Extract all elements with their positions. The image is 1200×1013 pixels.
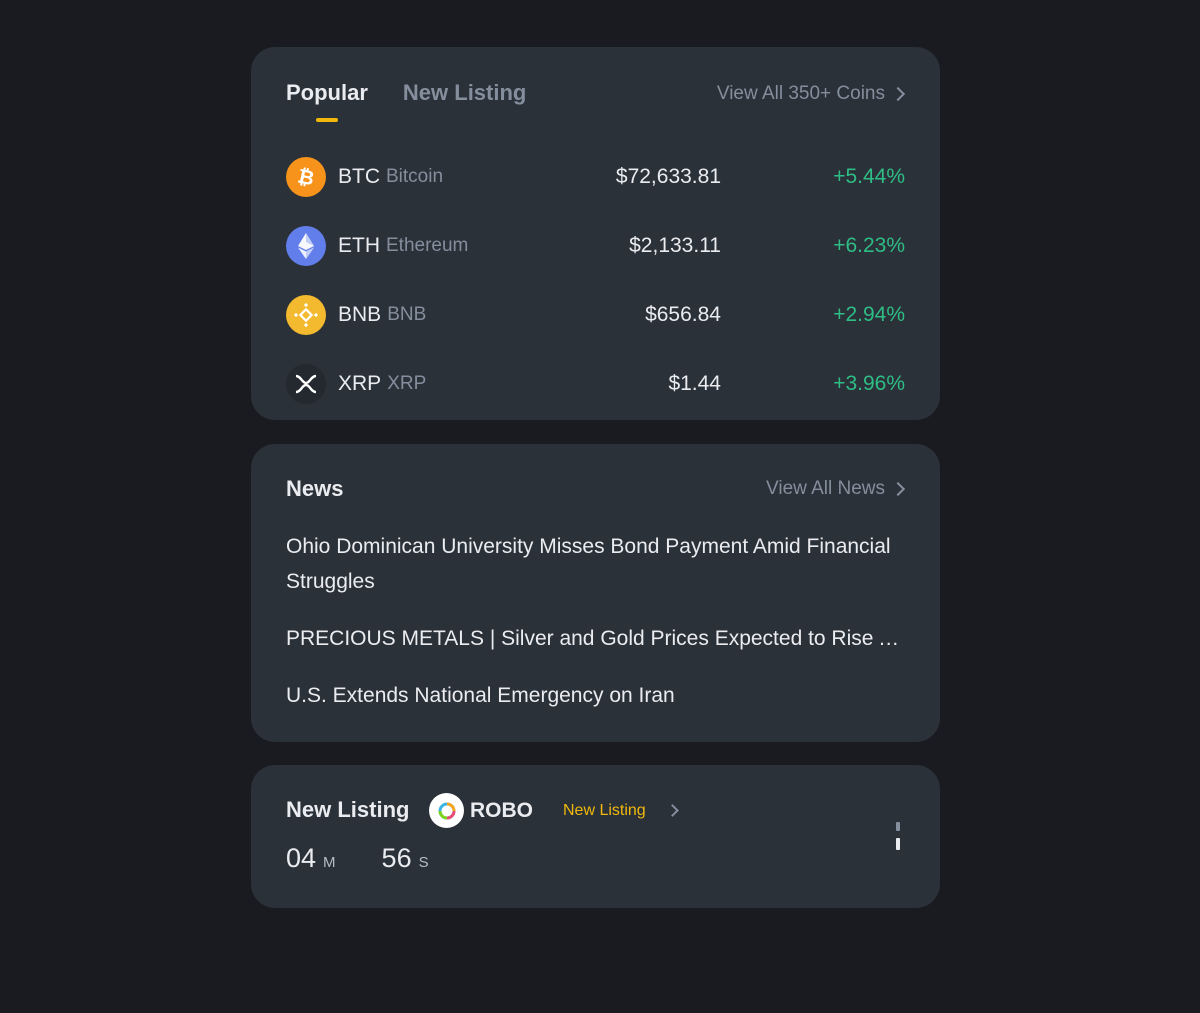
coin-change: +6.23% (833, 233, 905, 257)
coin-name: Ethereum (386, 234, 469, 256)
chevron-right-icon (890, 86, 906, 102)
coin-change: +5.44% (833, 164, 905, 188)
coin-price: $656.84 (645, 302, 721, 326)
listing-countdown: 04 M 56 S (286, 843, 475, 874)
new-listing-badge: New Listing (563, 801, 646, 819)
news-item[interactable]: Ohio Dominican University Misses Bond Pa… (286, 529, 905, 599)
bitcoin-icon: ₿ (286, 156, 326, 197)
news-list: Ohio Dominican University Misses Bond Pa… (286, 529, 905, 735)
coin-list: ₿ BTC Bitcoin $72,633.81 +5.44% ETH Ethe… (286, 142, 905, 418)
tab-popular[interactable]: Popular (286, 79, 368, 122)
active-tab-indicator (315, 118, 338, 122)
tab-new-listing-label: New Listing (402, 80, 527, 105)
bnb-icon (286, 294, 326, 335)
news-item[interactable]: U.S. Extends National Emergency on Iran (286, 678, 905, 713)
pager-dot (896, 822, 900, 831)
coin-row-eth[interactable]: ETH Ethereum $2,133.11 +6.23% (286, 211, 905, 280)
listing-coin-symbol: ROBO (470, 798, 533, 822)
coin-name: Bitcoin (386, 165, 444, 187)
ethereum-icon (286, 225, 326, 266)
coin-price: $72,633.81 (615, 164, 721, 188)
countdown-seconds-unit: S (418, 854, 429, 871)
countdown-minutes: 04 (286, 843, 317, 873)
coin-change: +2.94% (833, 302, 905, 326)
coin-change: +3.96% (833, 371, 905, 395)
coin-row-btc[interactable]: ₿ BTC Bitcoin $72,633.81 +5.44% (286, 142, 905, 211)
listing-coin[interactable]: ROBO New Listing (429, 793, 679, 828)
news-title: News (286, 476, 344, 501)
tab-new-listing[interactable]: New Listing (403, 79, 526, 107)
tab-popular-label: Popular (286, 80, 368, 105)
carousel-pager (896, 822, 900, 850)
countdown-seconds: 56 (381, 843, 412, 873)
coin-name: BNB (387, 303, 427, 325)
coin-symbol: BNB (338, 302, 382, 326)
coin-name: XRP (387, 372, 427, 394)
news-item[interactable]: PRECIOUS METALS | Silver and Gold Prices… (286, 621, 905, 656)
chevron-right-icon (665, 804, 679, 817)
new-listing-title: New Listing (286, 797, 410, 822)
view-all-coins-label: View All 350+ Coins (716, 83, 885, 104)
svg-text:₿: ₿ (296, 165, 317, 189)
new-listing-card[interactable]: New Listing ROBO New Listing 04 M 56 S (251, 765, 940, 908)
market-card: Popular New Listing View All 350+ Coins … (251, 47, 940, 420)
coin-symbol: ETH (338, 233, 380, 257)
coin-price: $2,133.11 (629, 233, 721, 257)
robo-logo-icon (429, 793, 464, 828)
coin-row-bnb[interactable]: BNB BNB $656.84 +2.94% (286, 280, 905, 349)
countdown-minutes-unit: M (323, 854, 336, 871)
coin-symbol: XRP (338, 371, 382, 395)
xrp-icon (286, 363, 326, 404)
news-card: News View All News Ohio Dominican Univer… (251, 444, 940, 742)
coin-row-xrp[interactable]: XRP XRP $1.44 +3.96% (286, 349, 905, 418)
coin-price: $1.44 (668, 371, 721, 395)
view-all-news-link[interactable]: View All News (766, 478, 906, 500)
coin-symbol: BTC (338, 164, 380, 188)
home-widgets: Popular New Listing View All 350+ Coins … (251, 47, 940, 908)
view-all-coins-link[interactable]: View All 350+ Coins (716, 83, 906, 105)
view-all-news-label: View All News (766, 478, 885, 499)
market-tabs: Popular New Listing (286, 79, 526, 122)
pager-dot-active (896, 838, 900, 850)
chevron-right-icon (890, 481, 906, 497)
